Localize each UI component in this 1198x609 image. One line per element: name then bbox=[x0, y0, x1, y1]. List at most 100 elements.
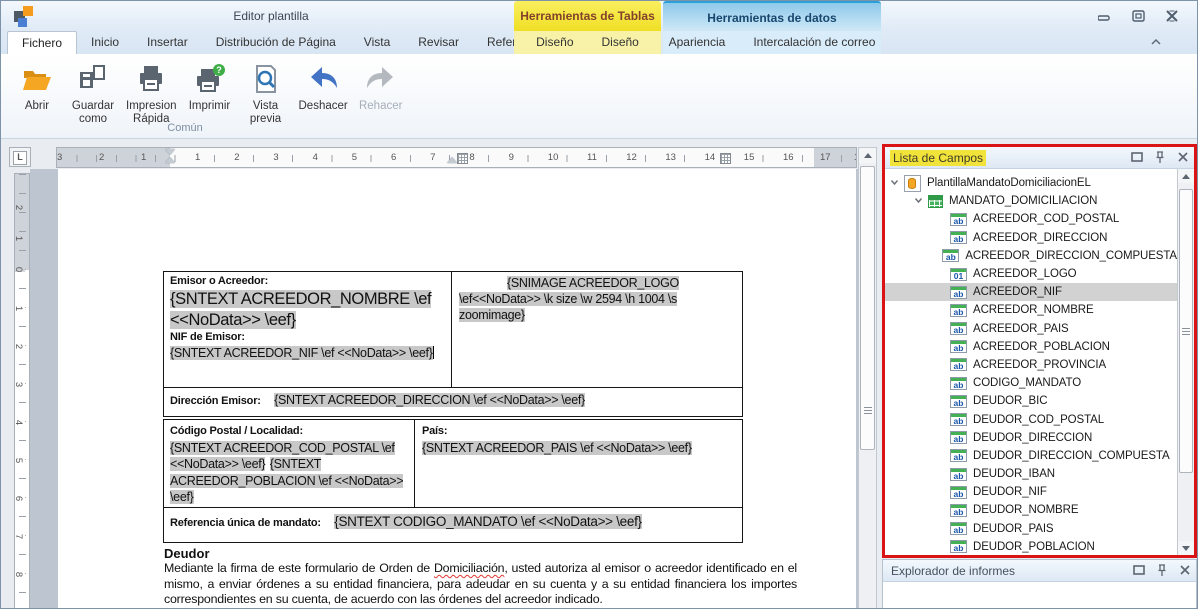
tab-stop-selector[interactable]: L bbox=[9, 147, 31, 167]
tree-field-DEUDOR_PAIS[interactable]: abDEUDOR_PAIS bbox=[885, 520, 1177, 538]
table-row-emisor[interactable]: Emisor o Acreedor: {SNTEXT ACREEDOR_NOMB… bbox=[163, 271, 743, 388]
print-button[interactable]: ?Imprimir bbox=[182, 58, 238, 113]
tree-field-DEUDOR_DIRECCION[interactable]: abDEUDOR_DIRECCION bbox=[885, 429, 1177, 447]
cell-cod-postal[interactable]: Código Postal / Localidad: {SNTEXT ACREE… bbox=[164, 420, 426, 509]
tree-field-DEUDOR_NOMBRE[interactable]: abDEUDOR_NOMBRE bbox=[885, 501, 1177, 519]
tree-field-ACREEDOR_LOGO[interactable]: 01ACREEDOR_LOGO bbox=[885, 265, 1177, 283]
quick-print-button[interactable]: ImpresionRápida bbox=[121, 58, 182, 126]
deudor-heading[interactable]: Deudor bbox=[164, 546, 210, 561]
close-icon[interactable] bbox=[1159, 8, 1185, 24]
deudor-paragraph[interactable]: Mediante la firma de este formulario de … bbox=[164, 561, 797, 608]
restore-icon[interactable] bbox=[1125, 8, 1151, 24]
tab-diseño[interactable]: Diseño bbox=[522, 31, 587, 54]
scroll-down-arrow[interactable] bbox=[1178, 541, 1194, 555]
title-bar: Editor plantilla Herramientas de Tablas … bbox=[1, 1, 1197, 31]
doc-label: Código Postal / Localidad: bbox=[170, 423, 420, 440]
merge-field-acreedor-direccion[interactable]: {SNTEXT ACREEDOR_DIRECCION \ef <<NoData>… bbox=[274, 393, 585, 407]
tree-field-DEUDOR_NIF[interactable]: abDEUDOR_NIF bbox=[885, 483, 1177, 501]
text-field-icon: ab bbox=[942, 249, 959, 262]
tree-field-DEUDOR_BIC[interactable]: abDEUDOR_BIC bbox=[885, 392, 1177, 410]
tree-field-ACREEDOR_POBLACION[interactable]: abACREEDOR_POBLACION bbox=[885, 338, 1177, 356]
tab-diseño[interactable]: Diseño bbox=[588, 31, 653, 54]
panel-pin-icon[interactable] bbox=[1155, 563, 1169, 577]
ruler-number: 8 bbox=[14, 572, 25, 577]
table-column-marker[interactable] bbox=[720, 153, 731, 164]
tree-item-label: DEUDOR_COD_POSTAL bbox=[973, 414, 1104, 426]
scrollbar-thumb[interactable] bbox=[1179, 189, 1193, 473]
tree-field-DEUDOR_DIRECCION_COMPUESTA[interactable]: abDEUDOR_DIRECCION_COMPUESTA bbox=[885, 447, 1177, 465]
tree-field-DEUDOR_POBLACION[interactable]: abDEUDOR_POBLACION bbox=[885, 538, 1177, 555]
table-column-marker[interactable] bbox=[457, 153, 468, 164]
tree-field-ACREEDOR_NOMBRE[interactable]: abACREEDOR_NOMBRE bbox=[885, 301, 1177, 319]
open-folder-button[interactable]: Abrir bbox=[9, 58, 65, 113]
text-cursor bbox=[433, 346, 434, 359]
tree-field-CODIGO_MANDATO[interactable]: abCODIGO_MANDATO bbox=[885, 374, 1177, 392]
scroll-up-arrow[interactable] bbox=[859, 148, 876, 163]
ruler-number: 6 bbox=[389, 151, 398, 164]
scroll-up-arrow[interactable] bbox=[1178, 169, 1194, 183]
table-row-referencia[interactable]: Referencia única de mandato: {SNTEXT COD… bbox=[163, 507, 743, 543]
panel-pin-icon[interactable] bbox=[1153, 150, 1167, 164]
ribbon-collapse-chevron-icon[interactable] bbox=[1149, 35, 1167, 49]
merge-field-acreedor-pais[interactable]: {SNTEXT ACREEDOR_PAIS \ef <<NoData>> \ee… bbox=[422, 441, 692, 455]
merge-field-acreedor-nif[interactable]: {SNTEXT ACREEDOR_NIF \ef <<NoData>> \eef… bbox=[170, 346, 433, 360]
cell-logo[interactable]: {SNIMAGE ACREEDOR_LOGO \ef<<NoData>> \k … bbox=[453, 272, 748, 326]
ribbon-tab-row: FicheroInicioInsertarDistribución de Pág… bbox=[1, 31, 1197, 54]
chevron-down-icon[interactable] bbox=[890, 178, 900, 188]
tree-field-ACREEDOR_DIRECCION_COMPUESTA[interactable]: abACREEDOR_DIRECCION_COMPUESTA bbox=[885, 247, 1177, 265]
tab-revisar[interactable]: Revisar bbox=[404, 31, 473, 54]
save-as-button[interactable]: Guardarcomo bbox=[65, 58, 121, 126]
tree-field-ACREEDOR_PROVINCIA[interactable]: abACREEDOR_PROVINCIA bbox=[885, 356, 1177, 374]
tab-inicio[interactable]: Inicio bbox=[77, 31, 133, 54]
document-scrollbar[interactable] bbox=[858, 147, 877, 609]
minimize-icon[interactable] bbox=[1091, 8, 1117, 24]
tree-field-ACREEDOR_DIRECCION[interactable]: abACREEDOR_DIRECCION bbox=[885, 229, 1177, 247]
merge-field-acreedor-nombre[interactable]: {SNTEXT ACREEDOR_NOMBRE \ef <<NoData>> \… bbox=[170, 290, 431, 329]
field-list-header: Lista de Campos bbox=[885, 147, 1194, 169]
tree-table-MANDATO_DOMICILIACION[interactable]: MANDATO_DOMICILIACION bbox=[885, 192, 1177, 210]
cell-pais[interactable]: País: {SNTEXT ACREEDOR_PAIS \ef <<NoData… bbox=[416, 420, 748, 459]
tab-insertar[interactable]: Insertar bbox=[133, 31, 202, 54]
tab-intercalación-de-correo[interactable]: Intercalación de correo bbox=[739, 31, 889, 54]
merge-field-acreedor-logo[interactable]: {SNIMAGE ACREEDOR_LOGO \ef<<NoData>> \k … bbox=[459, 276, 679, 322]
tab-apariencia[interactable]: Apariencia bbox=[655, 31, 740, 54]
table-row-cp-pais[interactable]: Código Postal / Localidad: {SNTEXT ACREE… bbox=[163, 419, 743, 508]
tree-field-ACREEDOR_COD_POSTAL[interactable]: abACREEDOR_COD_POSTAL bbox=[885, 210, 1177, 228]
tab-vista[interactable]: Vista bbox=[350, 31, 404, 54]
ruler-number: 9 bbox=[507, 151, 516, 164]
panel-close-icon[interactable] bbox=[1178, 563, 1192, 577]
undo-icon bbox=[299, 60, 348, 100]
tree-root-PlantillaMandatoDomiciliacionEL[interactable]: PlantillaMandatoDomiciliacionEL bbox=[885, 174, 1177, 192]
right-indent-marker[interactable] bbox=[447, 157, 457, 163]
redo-button[interactable]: Rehacer bbox=[353, 58, 409, 113]
scrollbar-thumb[interactable] bbox=[860, 166, 875, 450]
ruler-number: 2 bbox=[14, 205, 25, 210]
tree-field-DEUDOR_IBAN[interactable]: abDEUDOR_IBAN bbox=[885, 465, 1177, 483]
tree-field-ACREEDOR_PAIS[interactable]: abACREEDOR_PAIS bbox=[885, 320, 1177, 338]
tree-item-label: ACREEDOR_LOGO bbox=[973, 268, 1077, 280]
print-icon: ? bbox=[187, 60, 233, 100]
table-row-direccion[interactable]: Dirección Emisor: {SNTEXT ACREEDOR_DIREC… bbox=[163, 387, 743, 417]
panel-maximize-icon[interactable] bbox=[1132, 563, 1146, 577]
hanging-indent-marker[interactable] bbox=[165, 157, 175, 163]
cell-emisor[interactable]: Emisor o Acreedor: {SNTEXT ACREEDOR_NOMB… bbox=[164, 272, 463, 364]
first-line-indent-marker[interactable] bbox=[165, 149, 175, 155]
tree-field-DEUDOR_COD_POSTAL[interactable]: abDEUDOR_COD_POSTAL bbox=[885, 410, 1177, 428]
print-preview-icon bbox=[243, 60, 289, 100]
report-explorer-panel: Explorador de informes bbox=[882, 559, 1197, 609]
tree-item-label: MANDATO_DOMICILIACION bbox=[949, 195, 1097, 207]
app-logo-icon bbox=[14, 6, 36, 26]
redo-icon bbox=[358, 60, 404, 100]
tab-fichero[interactable]: Fichero bbox=[7, 31, 77, 54]
panel-maximize-icon[interactable] bbox=[1130, 150, 1144, 164]
field-list-scrollbar[interactable] bbox=[1177, 169, 1194, 555]
panel-close-icon[interactable] bbox=[1176, 150, 1190, 164]
tab-distribución-de-página[interactable]: Distribución de Página bbox=[202, 31, 350, 54]
undo-button[interactable]: Deshacer bbox=[294, 58, 353, 113]
print-preview-button[interactable]: Vistaprevia bbox=[238, 58, 294, 126]
field-tree: PlantillaMandatoDomiciliacionEL MANDATO_D… bbox=[885, 169, 1177, 555]
chevron-down-icon[interactable] bbox=[914, 196, 924, 206]
tree-field-ACREEDOR_NIF[interactable]: abACREEDOR_NIF bbox=[885, 283, 1177, 301]
merge-field-codigo-mandato[interactable]: {SNTEXT CODIGO_MANDATO \ef <<NoData>> \e… bbox=[334, 514, 641, 529]
tree-item-label: PlantillaMandatoDomiciliacionEL bbox=[927, 177, 1091, 189]
